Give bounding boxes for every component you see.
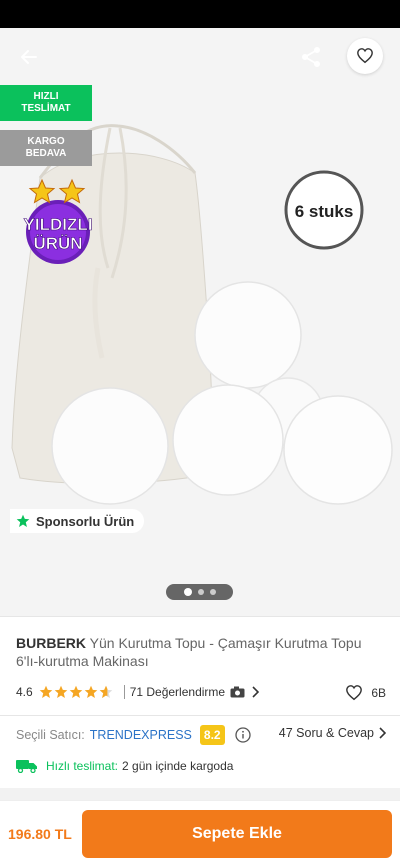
arrow-left-icon — [21, 50, 37, 64]
rating-row[interactable]: 4.6 71 Değerlendirme 6B — [16, 682, 386, 702]
fast-delivery-badge-line1: HIZLI — [33, 91, 59, 102]
free-cargo-badge-line1: KARGO — [27, 136, 65, 147]
star-icon — [39, 685, 52, 698]
share-button[interactable] — [296, 42, 326, 72]
seller-score-badge: 8.2 — [199, 725, 225, 745]
back-button[interactable] — [14, 42, 44, 72]
questions-answers-label: 47 Soru & Cevap — [278, 726, 374, 740]
carousel-dot[interactable] — [209, 589, 216, 595]
starred-badge-line1: YILDIZLI — [24, 215, 93, 234]
carousel-indicator[interactable] — [166, 584, 233, 600]
price: 196.80 TL — [8, 826, 72, 842]
reviews-count[interactable]: 71 Değerlendirme — [130, 685, 225, 699]
divider — [0, 616, 400, 617]
camera-icon — [230, 686, 245, 698]
chevron-right-icon — [252, 686, 260, 698]
delivery-label: Hızlı teslimat: — [46, 759, 119, 773]
rating-stars — [39, 685, 113, 699]
starred-badge-line2: ÜRÜN — [33, 234, 82, 253]
free-cargo-badge-line2: BEDAVA — [25, 148, 67, 159]
separator — [123, 685, 125, 699]
star-icon — [54, 685, 67, 698]
delivery-text: 2 gün içinde kargoda — [122, 759, 234, 773]
seller-label: Seçili Satıcı: — [16, 728, 85, 742]
seller-link[interactable]: TRENDEXPRESS — [90, 728, 192, 742]
seller-row: Seçili Satıcı: TRENDEXPRESS 8.2 47 Soru … — [16, 724, 386, 746]
heart-icon — [357, 48, 373, 64]
star-half-icon — [99, 685, 112, 698]
truck-icon — [16, 760, 37, 773]
star-icon — [84, 685, 97, 698]
add-to-cart-button[interactable]: Sepete Ekle — [82, 810, 392, 858]
share-icon — [302, 47, 320, 67]
sponsored-tag: Sponsorlu Ürün — [10, 509, 145, 533]
bottom-action-bar: 196.80 TL Sepete Ekle — [0, 800, 400, 866]
free-cargo-badge: KARGO BEDAVA — [0, 130, 92, 166]
fast-delivery-badge-line2: TESLİMAT — [21, 103, 71, 114]
divider — [0, 715, 400, 716]
fast-delivery-badge: HIZLI TESLİMAT — [0, 85, 92, 121]
questions-answers-link[interactable]: 47 Soru & Cevap — [279, 726, 386, 740]
favorite-count[interactable]: 6B — [345, 684, 386, 702]
carousel-dot[interactable] — [183, 588, 192, 596]
favorite-button[interactable] — [347, 38, 383, 74]
starred-product-badge: YILDIZLI ÜRÜN — [23, 178, 93, 264]
star-icon — [69, 685, 82, 698]
rating-value: 4.6 — [16, 685, 33, 699]
brand-name[interactable]: BURBERK — [16, 635, 86, 651]
product-image-area[interactable]: 6 stuks HIZLI TESLİMAT KARGO BEDAVA YILD… — [0, 28, 400, 616]
heart-icon — [346, 685, 363, 701]
carousel-dot[interactable] — [197, 589, 204, 595]
star-icon — [16, 514, 30, 527]
section-separator — [0, 788, 400, 800]
product-title: BURBERK Yün Kurutma Topu - Çamaşır Kurut… — [16, 634, 386, 670]
star-icon — [58, 178, 86, 204]
info-icon[interactable] — [234, 727, 251, 743]
chevron-right-icon — [379, 727, 386, 739]
favorite-count-value: 6B — [371, 686, 386, 700]
sponsored-label: Sponsorlu Ürün — [36, 513, 135, 529]
star-icon — [28, 178, 56, 204]
delivery-row: Hızlı teslimat: 2 gün içinde kargoda — [16, 756, 386, 776]
pieces-label: 6 stuks — [295, 202, 354, 221]
status-bar — [0, 0, 400, 28]
